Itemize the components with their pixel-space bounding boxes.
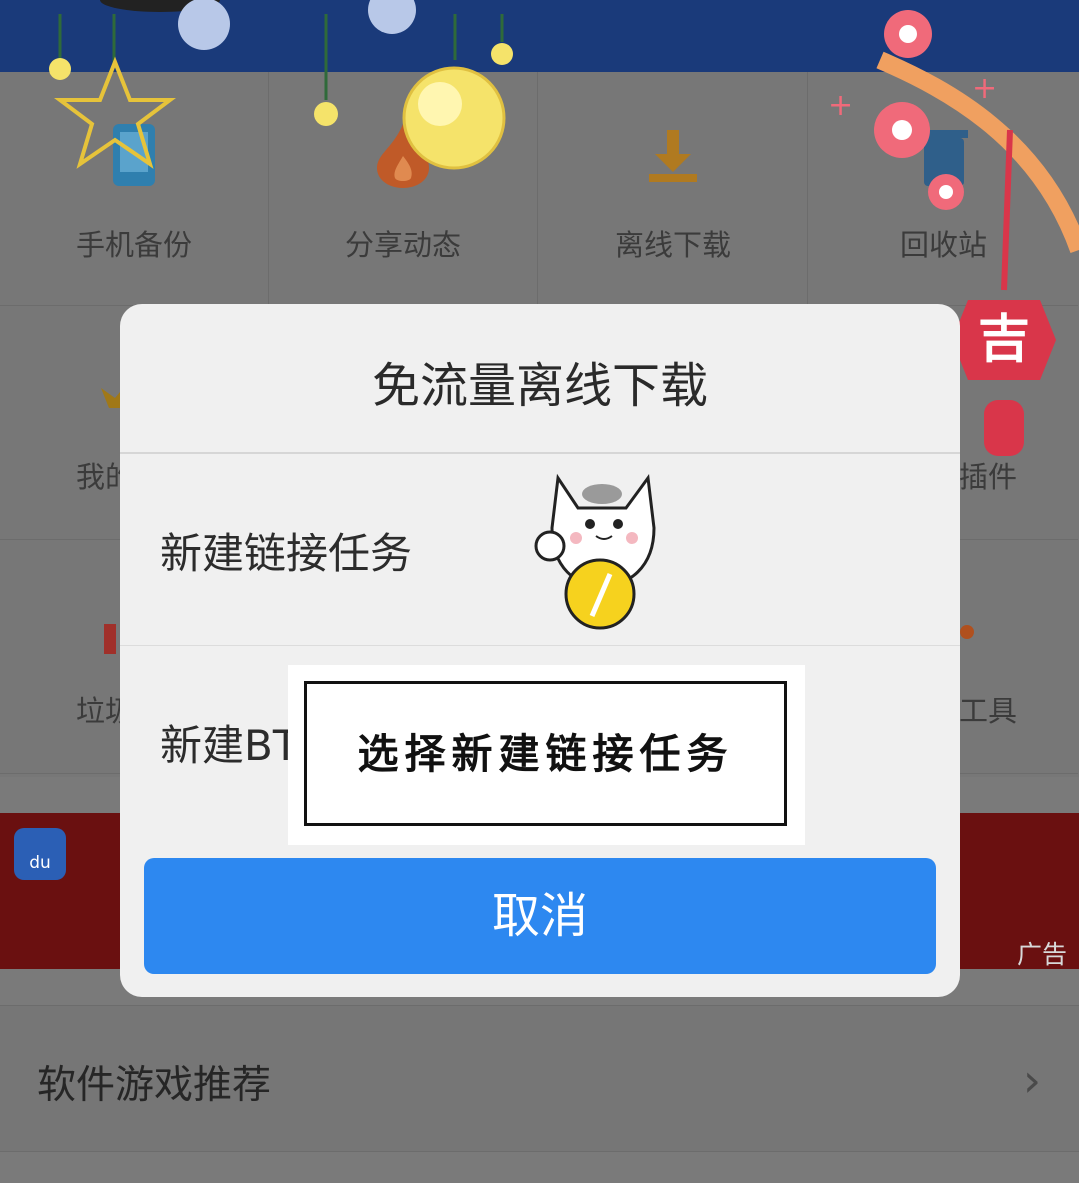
- grid-item-label: 工具: [959, 694, 1018, 728]
- cat-sticker: [534, 473, 656, 630]
- chevron-right-icon: ›: [1023, 1054, 1041, 1107]
- grid-item-label: 插件: [959, 460, 1018, 494]
- svg-text:+: +: [972, 71, 997, 106]
- dialog-title: 免流量离线下载: [120, 304, 960, 454]
- lucky-character: 吉: [977, 310, 1030, 370]
- baidu-logo: du: [14, 828, 66, 880]
- cancel-button[interactable]: 取消: [144, 858, 936, 974]
- option-label: 新建链接任务: [160, 529, 413, 578]
- svg-text:+: +: [828, 88, 853, 123]
- instruction-callout: 选择新建链接任务: [288, 665, 805, 845]
- broom-icon: [104, 624, 116, 654]
- list-item-software-games[interactable]: 软件游戏推荐 ›: [0, 1005, 1079, 1152]
- offline-download-dialog: 免流量离线下载 新建链接任务 新建BT 取消: [120, 304, 960, 997]
- dot-icon: [960, 625, 974, 639]
- instruction-text: 选择新建链接任务: [304, 681, 787, 826]
- list-item-label: 软件游戏推荐: [37, 1063, 272, 1108]
- ad-tag: 广告: [1016, 940, 1067, 969]
- option-label: 新建BT: [160, 721, 299, 770]
